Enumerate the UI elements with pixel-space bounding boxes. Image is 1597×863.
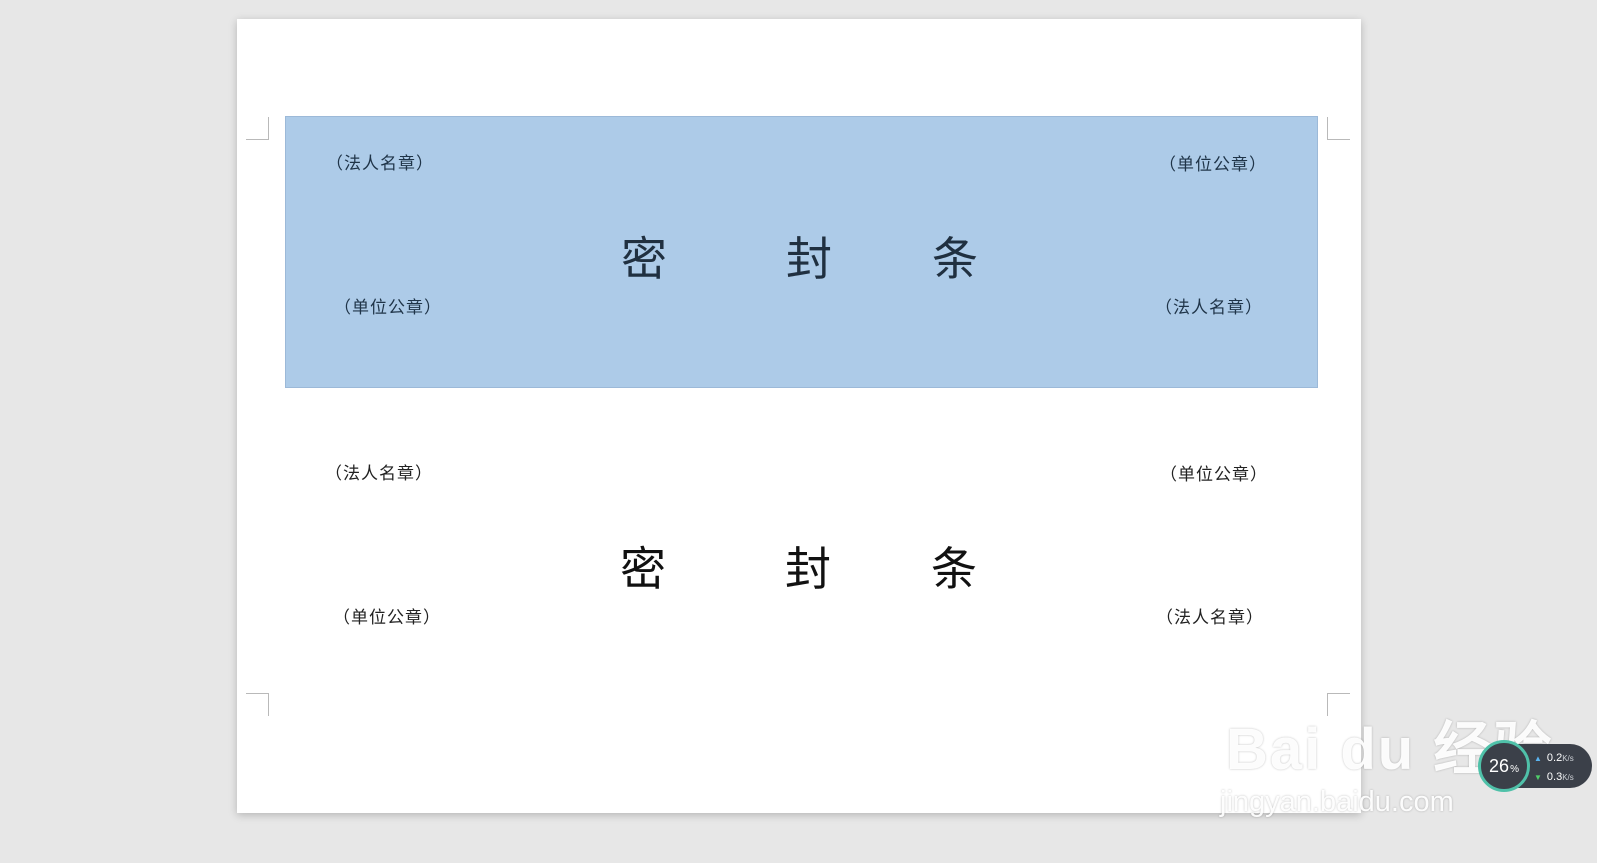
seal-label-legal-person-top: （法人名章） <box>325 464 433 484</box>
document-page[interactable]: （法人名章） （单位公章） 密 封 条 （单位公章） （法人名章） （法人名章）… <box>237 19 1361 813</box>
download-unit: K/s <box>1562 773 1574 782</box>
title-char-1: 密 <box>620 542 666 596</box>
usage-percent: 26 <box>1489 755 1510 776</box>
seal-label-legal-person-top: （法人名章） <box>326 154 434 174</box>
seal-label-unit-bottom: （单位公章） <box>333 608 441 628</box>
network-monitor-widget[interactable]: ▲ 0.2K/s ▼ 0.3K/s 26% <box>1478 740 1593 792</box>
seal-strip[interactable]: （法人名章） （单位公章） 密 封 条 （单位公章） （法人名章） <box>285 427 1318 699</box>
seal-label-unit-bottom: （单位公章） <box>334 298 442 318</box>
title-char-1: 密 <box>621 232 667 286</box>
crop-mark-top-right <box>1327 117 1350 140</box>
upload-value: 0.2 <box>1546 752 1563 764</box>
title-char-3: 条 <box>931 542 977 596</box>
arrow-up-icon: ▲ <box>1534 754 1542 763</box>
cpu-usage-gauge[interactable]: 26% <box>1478 740 1530 792</box>
seal-label-legal-person-bottom: （法人名章） <box>1155 298 1263 318</box>
title-char-3: 条 <box>932 232 978 286</box>
title-char-2: 封 <box>786 232 832 286</box>
seal-label-legal-person-bottom: （法人名章） <box>1156 608 1264 628</box>
download-speed: ▼ 0.3K/s <box>1534 768 1592 787</box>
download-value: 0.3 <box>1546 771 1563 783</box>
arrow-down-icon: ▼ <box>1534 773 1542 782</box>
seal-label-unit-top: （单位公章） <box>1159 155 1267 175</box>
seal-label-unit-top: （单位公章） <box>1160 465 1268 485</box>
crop-mark-top-left <box>246 117 269 140</box>
crop-mark-bottom-right <box>1327 693 1350 716</box>
upload-speed: ▲ 0.2K/s <box>1534 749 1592 768</box>
upload-unit: K/s <box>1562 754 1574 763</box>
usage-percent-unit: % <box>1510 763 1519 775</box>
seal-strip-selected[interactable]: （法人名章） （单位公章） 密 封 条 （单位公章） （法人名章） <box>285 116 1318 388</box>
crop-mark-bottom-left <box>246 693 269 716</box>
title-char-2: 封 <box>785 542 831 596</box>
